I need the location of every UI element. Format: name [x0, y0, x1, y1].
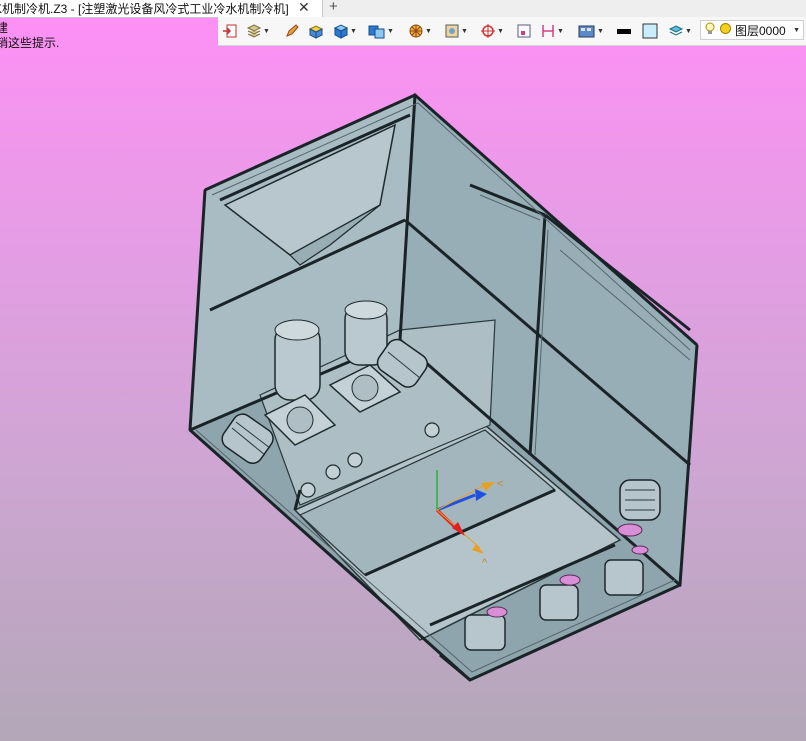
import-button[interactable] — [222, 22, 238, 40]
wireframe-sphere-icon — [408, 23, 424, 39]
layer-selector[interactable]: 图层0000 ▼ — [700, 20, 804, 40]
svg-text:^: ^ — [482, 557, 488, 569]
layers-stack-button[interactable]: ▼ — [246, 22, 270, 40]
close-icon[interactable]: ✕ — [298, 0, 310, 16]
view-frame-button[interactable] — [516, 22, 532, 40]
new-tab-button[interactable]: + — [329, 0, 338, 15]
view-frame-icon — [516, 23, 532, 39]
view-toolbar: ▼ ▼ ▼ ▼ ▼ ▼ ▼ ▼ ▼ 图层0000 ▼ — [218, 17, 806, 46]
chevron-down-icon: ▼ — [461, 27, 468, 35]
layer-name: 图层0000 — [735, 23, 786, 38]
line-color-swatch-icon — [616, 23, 632, 39]
svg-text:<: < — [497, 478, 503, 490]
layer-stack-icon — [668, 23, 684, 39]
chevron-down-icon: ▼ — [597, 27, 604, 35]
sun-icon — [719, 22, 732, 38]
chevron-down-icon: ▼ — [685, 27, 692, 35]
command-prompt: 建 销这些提示. — [0, 21, 59, 51]
lightbulb-icon — [704, 22, 716, 39]
solid-box-icon — [308, 23, 324, 39]
chevron-down-icon: ▼ — [497, 27, 504, 35]
cube-icon — [333, 23, 349, 39]
double-cube-icon — [368, 23, 386, 39]
chevron-down-icon: ▼ — [350, 27, 357, 35]
import-icon — [222, 23, 238, 39]
pencil-icon — [284, 23, 300, 39]
chiller-3d-model[interactable]: < ^ — [0, 0, 806, 741]
wireframe-button[interactable]: ▼ — [408, 22, 432, 40]
document-tab-bar: K机制冷机.Z3 - [注塑激光设备风冷式工业冷水机制冷机] ✕ + — [0, 0, 806, 18]
chevron-down-icon: ▼ — [425, 27, 432, 35]
chevron-down-icon: ▼ — [387, 27, 394, 35]
chevron-down-icon: ▼ — [557, 27, 564, 35]
layer-stack-button[interactable]: ▼ — [668, 22, 692, 40]
double-cube-button[interactable]: ▼ — [368, 22, 394, 40]
line-color-button[interactable] — [616, 22, 632, 40]
layers-stack-icon — [246, 23, 262, 39]
sketch-button[interactable] — [284, 22, 300, 40]
shaded-display-button[interactable]: ▼ — [444, 22, 468, 40]
crosshair-icon — [480, 23, 496, 39]
palette-button[interactable]: ▼ — [578, 22, 604, 40]
shaded-display-icon — [444, 23, 460, 39]
section-button[interactable]: ▼ — [540, 22, 564, 40]
prompt-line-2: 销这些提示. — [0, 36, 60, 50]
fill-color-swatch-icon — [642, 23, 658, 39]
chevron-down-icon: ▼ — [263, 27, 270, 35]
palette-icon — [578, 23, 596, 39]
document-tab-title: K机制冷机.Z3 - [注塑激光设备风冷式工业冷水机制冷机] — [0, 2, 289, 16]
solid-box-button[interactable] — [308, 22, 324, 40]
fill-color-button[interactable] — [642, 22, 658, 40]
snap-button[interactable]: ▼ — [480, 22, 504, 40]
chevron-down-icon: ▼ — [793, 26, 800, 34]
document-tab[interactable]: K机制冷机.Z3 - [注塑激光设备风冷式工业冷水机制冷机] ✕ — [0, 0, 323, 17]
prompt-line-1: 建 — [0, 21, 9, 35]
cube-button[interactable]: ▼ — [333, 22, 357, 40]
section-icon — [540, 23, 556, 39]
